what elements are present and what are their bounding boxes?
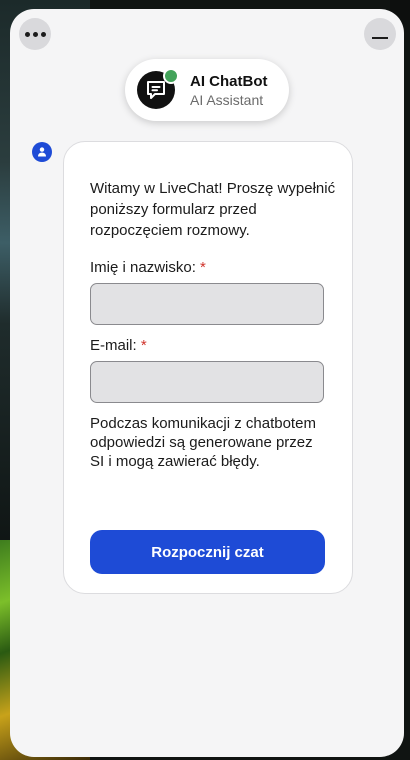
ai-disclaimer-text: Podczas komunikacji z chatbotem odpowied…: [90, 415, 316, 470]
bot-badge: [32, 142, 52, 162]
agent-subtitle: AI Assistant: [190, 92, 264, 108]
form-intro-text: Witamy w LiveChat! Proszę wypełnić poniż…: [90, 180, 336, 239]
prechat-form: Witamy w LiveChat! Proszę wypełnić poniż…: [63, 141, 353, 594]
agent-header-card: AI ChatBot AI Assistant: [125, 59, 289, 121]
minimize-button[interactable]: [364, 18, 396, 50]
chat-widget: AI ChatBot AI Assistant Witamy w LiveCha…: [10, 9, 404, 757]
minimize-icon: [372, 37, 388, 39]
more-horizontal-icon: [24, 31, 46, 37]
email-label-text: E-mail:: [90, 337, 137, 354]
chatbot-icon: [147, 81, 165, 99]
name-field[interactable]: [90, 283, 324, 325]
online-status-dot: [163, 68, 179, 84]
required-marker: *: [140, 337, 147, 354]
user-icon: [38, 147, 46, 157]
name-label: Imię i nazwisko: *: [90, 259, 206, 276]
start-chat-button[interactable]: Rozpocznij czat: [90, 530, 325, 574]
email-field[interactable]: [90, 361, 324, 403]
menu-button[interactable]: [19, 18, 51, 50]
agent-name: AI ChatBot: [190, 73, 268, 90]
email-label: E-mail: *: [90, 337, 147, 354]
name-label-text: Imię i nazwisko:: [90, 259, 196, 276]
required-marker: *: [200, 259, 206, 276]
